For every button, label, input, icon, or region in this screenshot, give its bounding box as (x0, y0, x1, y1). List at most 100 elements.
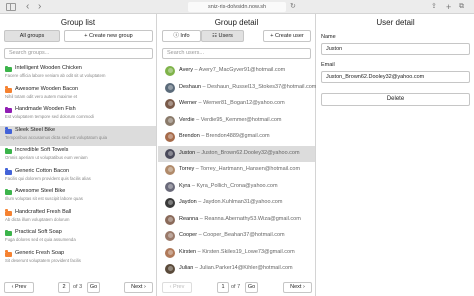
folder-icon (5, 127, 12, 134)
folder-icon (5, 188, 12, 195)
create-group-label: Create new group (89, 33, 133, 39)
avatar (165, 132, 175, 142)
next-page-button[interactable]: Next › (124, 282, 153, 293)
group-name: Incredible Soft Towels (15, 147, 69, 153)
browser-toolbar: ‹ › sniz-ris-dolvsidn.now.sh ↻ ⇪ + ⧉ (0, 0, 474, 14)
avatar (165, 181, 175, 192)
user-email: Cooper_Beahan37@hotmail.com (203, 232, 285, 238)
user-first-name: Brendon (179, 133, 200, 139)
user-search-input[interactable]: Search users... (162, 48, 311, 59)
next-label: Next (290, 284, 302, 290)
create-group-button[interactable]: + Create new group (64, 30, 153, 42)
all-groups-button[interactable]: All groups (4, 30, 60, 42)
share-icon[interactable]: ⇪ (431, 1, 437, 13)
tab-info[interactable]: ⓘ Info (162, 30, 201, 42)
user-detail-panel: User detail Name Juston Email Juston_Bro… (317, 14, 474, 296)
address-bar[interactable]: sniz-ris-dolvsidn.now.sh (188, 2, 286, 12)
group-search-input[interactable]: Search groups... (4, 48, 153, 59)
group-description: Omnis aperiam ut voluptatibus eum veniam (5, 155, 88, 160)
user-list-item[interactable]: Julian – Julian.Parker14@Kihler@hotmail.… (158, 261, 315, 278)
avatar (165, 148, 175, 159)
group-list: Intelligent Wooden Chicken Facere officia… (0, 64, 156, 274)
user-list-item[interactable]: Avery – Avery7_MacGyver91@hotmail.com (158, 63, 315, 80)
user-email: Jaydon.Kuhlman31@yahoo.com (202, 199, 283, 205)
user-list-item[interactable]: Jaydon – Jaydon.Kuhlman31@yahoo.com (158, 195, 315, 212)
group-detail-panel: Group detail ⓘ Info ☷ Users + Create use… (158, 14, 316, 296)
group-name: Handcrafted Fresh Ball (15, 208, 72, 215)
user-pagination: ‹ Prev 1 of 7 Go Next › (158, 281, 315, 294)
group-description: Facilis qui dolorem provident quis facil… (5, 175, 91, 181)
avatar (165, 82, 175, 93)
go-button[interactable]: Go (87, 282, 100, 293)
tab-users[interactable]: ☷ Users (201, 30, 244, 42)
group-name: Awesome Steel Bike (15, 188, 66, 194)
folder-icon (5, 86, 12, 93)
tab-info-label: Info (180, 33, 190, 39)
prev-page-button[interactable]: ‹ Prev (162, 282, 192, 293)
tabs-overview-icon[interactable]: ⧉ (459, 1, 464, 13)
group-name: Sleek Steel Bike (15, 126, 56, 133)
user-list-item[interactable]: Werner – Werner81_Bogan12@yahoo.com (158, 96, 315, 113)
create-user-button[interactable]: + Create user (263, 30, 311, 42)
group-description: Nihil totam odit vero autem maxime et (5, 93, 78, 99)
group-name: Handmade Wooden Fish (15, 106, 76, 112)
new-tab-icon[interactable]: + (446, 1, 451, 13)
user-email: Torrey_Hartmann_Hansen@hotmail.com (200, 166, 301, 172)
user-email: Avery7_MacGyver91@hotmail.com (198, 67, 286, 73)
forward-icon[interactable]: › (38, 1, 41, 13)
email-field[interactable]: Juston_Brown62.Dooley32@yahoo.com (321, 71, 470, 83)
user-list-item[interactable]: Torrey – Torrey_Hartmann_Hansen@hotmail.… (158, 162, 315, 179)
avatar (165, 66, 175, 76)
page-number-input[interactable]: 1 (217, 282, 229, 293)
avatar (165, 247, 175, 258)
prev-page-button[interactable]: ‹ Prev (4, 282, 34, 293)
user-email: Verdie95_Kemmer@hotmail.com (200, 116, 282, 123)
name-field[interactable]: Juston (321, 43, 470, 55)
avatar (165, 214, 175, 225)
user-list-item[interactable]: Brendon – Brendon4889@gmail.com (158, 129, 315, 146)
folder-icon (5, 209, 12, 216)
user-list-item[interactable]: Verdie – Verdie95_Kemmer@hotmail.com (158, 113, 315, 130)
go-button[interactable]: Go (245, 282, 258, 293)
user-list-item[interactable]: Reanna – Reanna.Abernathy53.Wiza@gmail.c… (158, 212, 315, 229)
group-list-item[interactable]: Generic Fresh Soap Sit deserunt voluptate… (0, 249, 156, 270)
folder-icon (5, 106, 12, 113)
group-name: Generic Fresh Soap (15, 249, 65, 256)
delete-button[interactable]: Delete (321, 93, 470, 106)
user-list-item[interactable]: Juston – Juston_Brown62.Dooley32@yahoo.c… (158, 145, 315, 162)
group-list-item[interactable]: Intelligent Wooden Chicken Facere officia… (0, 64, 156, 85)
user-email: Kirsten.Skiles19_Lowe73@gmail.com (202, 248, 295, 255)
group-list-item[interactable]: Awesome Wooden Bacon Nihil totam odit ver… (0, 85, 156, 106)
avatar (165, 231, 175, 241)
group-list-item[interactable]: Awesome Steel Bike Illum voluptas sit est… (0, 187, 156, 208)
group-list-item[interactable]: Incredible Soft Towels Omnis aperiam ut v… (0, 146, 156, 167)
group-list-item[interactable]: Generic Cotton Bacon Facilis qui dolorem … (0, 167, 156, 188)
user-email: Reanna.Abernathy53.Wiza@gmail.com (204, 215, 301, 222)
page-number-input[interactable]: 2 (58, 282, 70, 293)
avatar (165, 115, 175, 126)
user-list-item[interactable]: Deshaun – Deshaun_Russel13_Stokes37@hotm… (158, 80, 317, 97)
reload-icon[interactable]: ↻ (290, 1, 296, 13)
user-first-name: Avery (179, 67, 193, 73)
user-list-item[interactable]: Kirsten – Kirsten.Skiles19_Lowe73@gmail.… (158, 245, 315, 262)
user-first-name: Torrey (179, 166, 195, 172)
group-list-item[interactable]: Practical Soft Soap Fuga dolores sed et q… (0, 228, 156, 249)
next-page-button[interactable]: Next › (283, 282, 312, 293)
group-list-item[interactable]: Sleek Steel Bike Temporibus accusamus dic… (0, 125, 156, 146)
avatar (165, 198, 175, 208)
group-name: Generic Cotton Bacon (15, 167, 70, 174)
page-count: of 3 (73, 284, 83, 290)
user-list-item[interactable]: Kyra – Kyra_Pollich_Crona@yahoo.com (158, 179, 315, 196)
group-list-item[interactable]: Handcrafted Fresh Ball Ab dicta illum vol… (0, 208, 156, 229)
folder-icon (5, 250, 12, 257)
user-email: Brendon4889@gmail.com (205, 133, 270, 139)
user-email: Deshaun_Russel13_Stokes37@hotmail.com (207, 83, 317, 90)
group-list-title: Group list (60, 18, 96, 27)
avatar (165, 264, 175, 274)
group-list-item[interactable]: Handmade Wooden Fish Est voluptatem tempo… (0, 105, 156, 126)
group-pagination: ‹ Prev 2 of 3 Go Next › (0, 281, 156, 294)
user-first-name: Julian (179, 265, 194, 271)
back-icon[interactable]: ‹ (26, 1, 29, 13)
user-list-item[interactable]: Cooper – Cooper_Beahan37@hotmail.com (158, 228, 315, 245)
sidebar-toggle-icon[interactable] (6, 3, 16, 11)
